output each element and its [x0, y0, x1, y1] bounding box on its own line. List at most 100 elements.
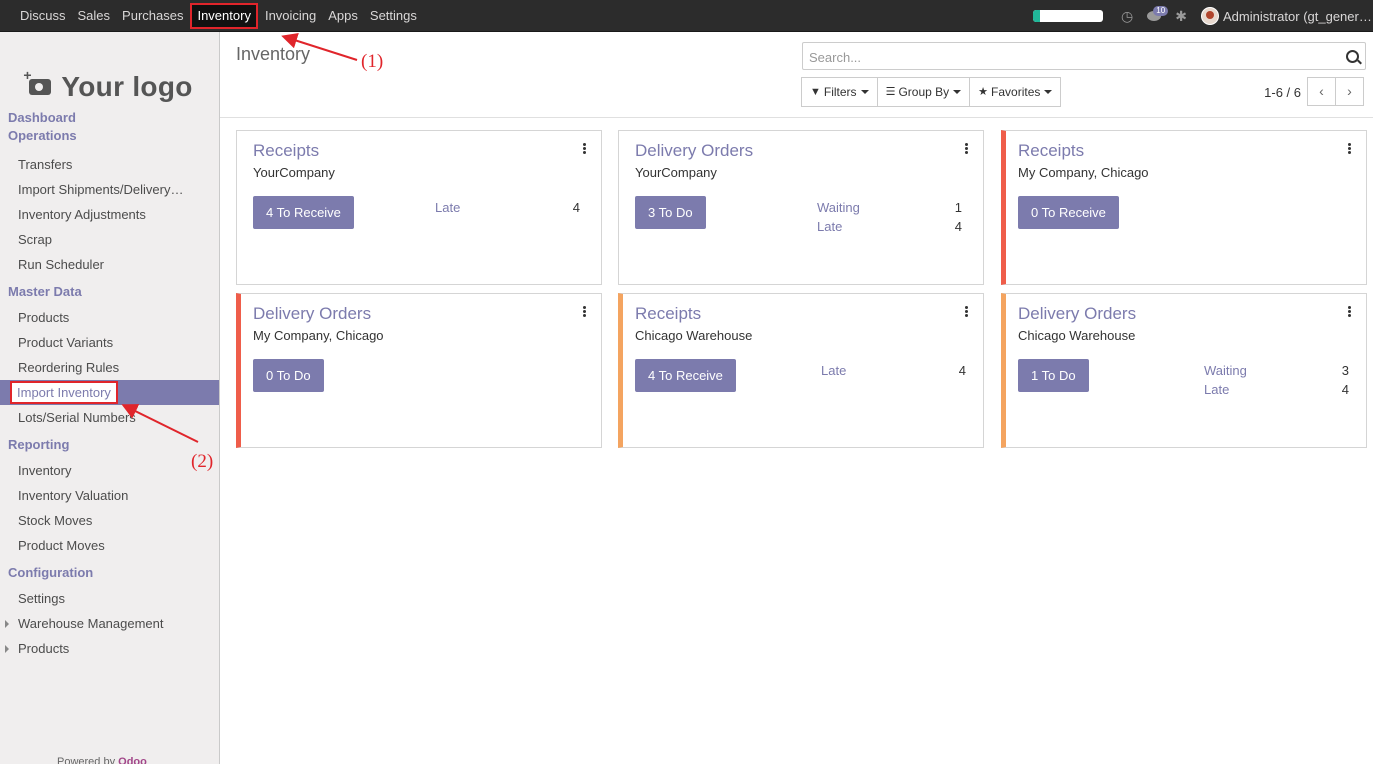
stat-row[interactable]: Late 4 [435, 198, 580, 217]
sidebar-item-products[interactable]: Products [0, 305, 219, 330]
caret-down-icon [860, 90, 869, 94]
menu-settings[interactable]: Settings [365, 0, 422, 32]
search-input[interactable]: Search... [802, 42, 1366, 70]
card-company: My Company, Chicago [1018, 165, 1149, 180]
pager-previous-button[interactable]: ‹ [1307, 77, 1336, 106]
sidebar: Your logo Dashboard Operations Transfers… [0, 32, 220, 764]
sidebar-item-import-inventory[interactable]: Import Inventory [0, 380, 219, 405]
card-title[interactable]: Receipts [1018, 141, 1084, 161]
card-stats: Waiting 3 Late 4 [1204, 361, 1349, 399]
sidebar-section-operations: Operations [8, 128, 77, 143]
card-company: My Company, Chicago [253, 328, 384, 343]
logo-text: Your logo [61, 71, 193, 102]
kanban-card[interactable]: Delivery Orders YourCompany 3 To Do Wait… [618, 130, 984, 285]
more-options-icon[interactable] [1348, 306, 1351, 317]
more-options-icon[interactable] [965, 306, 968, 317]
card-title[interactable]: Receipts [253, 141, 319, 161]
group-by-button[interactable]: ☰ Group By [876, 77, 971, 107]
caret-right-icon [5, 645, 9, 653]
stat-row[interactable]: Waiting 1 [817, 198, 962, 217]
sidebar-item-config-products[interactable]: Products [0, 636, 219, 661]
sidebar-item-import-shipments[interactable]: Import Shipments/Delivery… [0, 177, 219, 202]
sidebar-item-reporting-inventory[interactable]: Inventory [0, 458, 219, 483]
more-options-icon[interactable] [583, 143, 586, 154]
sidebar-section-dashboard[interactable]: Dashboard [0, 109, 219, 127]
list-icon: ☰ [885, 86, 896, 98]
progress-fill [1033, 10, 1041, 22]
search-icon[interactable] [1346, 50, 1359, 63]
sidebar-item-run-scheduler[interactable]: Run Scheduler [0, 252, 219, 277]
bug-icon[interactable]: ✱ [1175, 8, 1187, 25]
search-options: ▼ Filters ☰ Group By ★ Favorites [801, 77, 1062, 107]
card-title[interactable]: Delivery Orders [253, 304, 371, 324]
more-options-icon[interactable] [583, 306, 586, 317]
card-title[interactable]: Receipts [635, 304, 701, 324]
menu-sales[interactable]: Sales [73, 0, 116, 32]
kanban-card[interactable]: Receipts My Company, Chicago 0 To Receiv… [1001, 130, 1367, 285]
pager-next-button[interactable]: › [1335, 77, 1364, 106]
sidebar-section-reporting: Reporting [8, 437, 70, 452]
avatar[interactable] [1201, 7, 1219, 25]
sidebar-nav: Dashboard Operations Transfers Import Sh… [0, 109, 219, 661]
more-options-icon[interactable] [965, 143, 968, 154]
filter-icon: ▼ [810, 86, 821, 98]
camera-icon [23, 67, 52, 95]
stat-row[interactable]: Late 4 [1204, 380, 1349, 399]
sidebar-item-stock-moves[interactable]: Stock Moves [0, 508, 219, 533]
kanban-card[interactable]: Receipts YourCompany 4 To Receive Late 4 [236, 130, 602, 285]
menu-discuss[interactable]: Discuss [15, 0, 71, 32]
stat-row[interactable]: Late 4 [821, 361, 966, 380]
caret-down-icon [953, 90, 962, 94]
card-stats: Late 4 [435, 198, 580, 217]
clock-icon[interactable]: ◷ [1121, 8, 1133, 25]
user-menu[interactable]: Administrator (gt_gener… [1223, 9, 1373, 24]
card-action-button[interactable]: 0 To Receive [1018, 196, 1119, 229]
card-company: Chicago Warehouse [635, 328, 753, 343]
top-navbar: Discuss Sales Purchases Inventory Invoic… [0, 0, 1373, 32]
stat-row[interactable]: Late 4 [817, 217, 962, 236]
card-company: YourCompany [253, 165, 335, 180]
breadcrumb: Inventory [236, 44, 311, 64]
kanban-card[interactable]: Delivery Orders My Company, Chicago 0 To… [236, 293, 602, 448]
menu-apps[interactable]: Apps [323, 0, 363, 32]
notification-count: 10 [1153, 5, 1169, 16]
sidebar-item-inventory-adjustments[interactable]: Inventory Adjustments [0, 202, 219, 227]
card-action-button[interactable]: 4 To Receive [253, 196, 354, 229]
sidebar-item-transfers[interactable]: Transfers [0, 152, 219, 177]
kanban-card[interactable]: Delivery Orders Chicago Warehouse 1 To D… [1001, 293, 1367, 448]
star-icon: ★ [978, 86, 989, 98]
card-title[interactable]: Delivery Orders [635, 141, 753, 161]
sidebar-item-scrap[interactable]: Scrap [0, 227, 219, 252]
card-title[interactable]: Delivery Orders [1018, 304, 1136, 324]
annotation-label-1: (1) [361, 51, 384, 72]
sidebar-item-product-variants[interactable]: Product Variants [0, 330, 219, 355]
card-action-button[interactable]: 3 To Do [635, 196, 706, 229]
sidebar-item-product-moves[interactable]: Product Moves [0, 533, 219, 558]
pager-value[interactable]: 1-6 / 6 [1264, 85, 1301, 100]
odoo-link[interactable]: Odoo [118, 756, 147, 764]
powered-by: Powered by Odoo [57, 756, 147, 764]
kanban-card[interactable]: Receipts Chicago Warehouse 4 To Receive … [618, 293, 984, 448]
sidebar-item-warehouse-management[interactable]: Warehouse Management [0, 611, 219, 636]
sidebar-item-lots-serial-numbers[interactable]: Lots/Serial Numbers [0, 405, 219, 430]
card-company: Chicago Warehouse [1018, 328, 1136, 343]
card-action-button[interactable]: 0 To Do [253, 359, 324, 392]
menu-inventory[interactable]: Inventory [190, 3, 258, 29]
card-action-button[interactable]: 1 To Do [1018, 359, 1089, 392]
card-action-button[interactable]: 4 To Receive [635, 359, 736, 392]
chat-icon[interactable]: 10 [1147, 5, 1169, 24]
caret-down-icon [1044, 90, 1053, 94]
filters-button[interactable]: ▼ Filters [801, 77, 878, 107]
more-options-icon[interactable] [1348, 143, 1351, 154]
favorites-button[interactable]: ★ Favorites [969, 77, 1062, 107]
sidebar-section-master-data: Master Data [8, 284, 82, 299]
menu-invoicing[interactable]: Invoicing [260, 0, 321, 32]
stat-row[interactable]: Waiting 3 [1204, 361, 1349, 380]
card-stats: Late 4 [821, 361, 966, 380]
sidebar-item-inventory-valuation[interactable]: Inventory Valuation [0, 483, 219, 508]
navbar-systray: ◷ 10 ✱ Administrator (gt_gener… [1033, 0, 1373, 32]
menu-purchases[interactable]: Purchases [117, 0, 188, 32]
sidebar-item-settings[interactable]: Settings [0, 586, 219, 611]
sidebar-item-reordering-rules[interactable]: Reordering Rules [0, 355, 219, 380]
annotation-label-2: (2) [191, 451, 214, 472]
